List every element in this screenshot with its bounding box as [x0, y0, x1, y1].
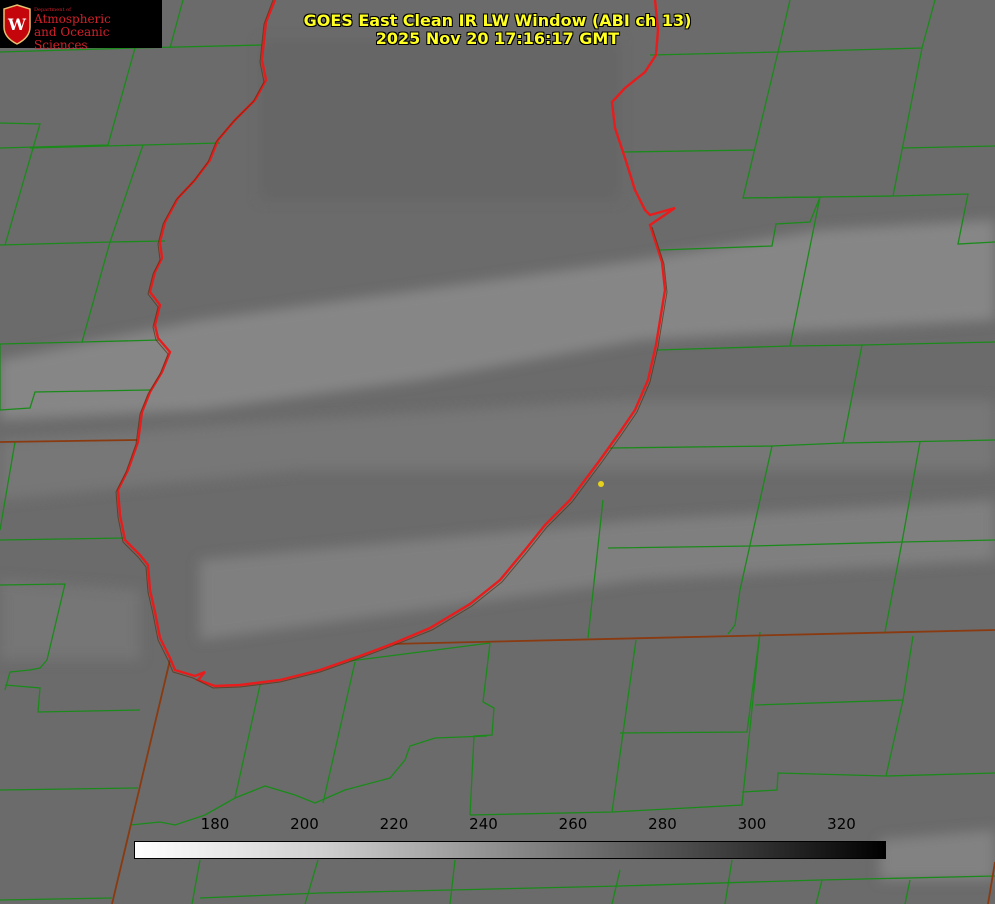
- location-marker: [598, 481, 604, 487]
- colorbar-tick-label: 280: [648, 815, 677, 833]
- colorbar: [134, 841, 886, 859]
- colorbar-tick-label: 200: [290, 815, 319, 833]
- image-title: GOES East Clean IR LW Window (ABI ch 13): [303, 11, 692, 30]
- satellite-image: W Department of Atmospheric and Oceanic …: [0, 0, 995, 904]
- image-timestamp: 2025 Nov 20 17:16:17 GMT: [375, 29, 620, 48]
- cloud-layer: [0, 40, 995, 880]
- colorbar-tick-label: 240: [469, 815, 498, 833]
- colorbar-tick-label: 180: [200, 815, 230, 833]
- colorbar-tick-label: 260: [558, 815, 588, 833]
- colorbar-tick-label: 220: [379, 815, 409, 833]
- colorbar-tick-label: 300: [737, 815, 767, 833]
- map-canvas: [0, 0, 995, 904]
- colorbar-tick-label: 320: [827, 815, 856, 833]
